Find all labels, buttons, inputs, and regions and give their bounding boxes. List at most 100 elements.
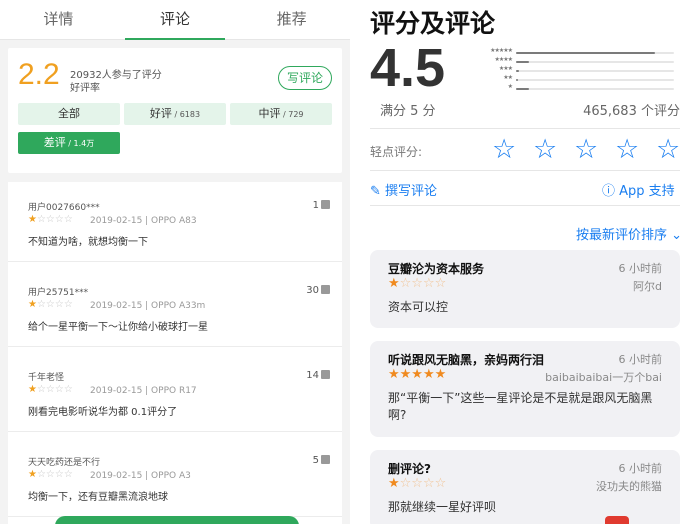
review-title: 删评论? xyxy=(388,462,431,476)
divider xyxy=(370,170,680,171)
review-body: 那“平衡一下”这些一星评论是不是就是跟风无脑黑啊? xyxy=(388,391,653,422)
review-card[interactable]: 删评论? 6 小时前 ★☆☆☆☆ 没功夫的熊猫 那就继续一星好评呗 xyxy=(370,450,680,524)
left-app-panel: 详情 评论 推荐 2.2 20932人参与了评分 好评率 写评论 全部 好评 /… xyxy=(0,0,350,524)
two-star-icon: ★★ xyxy=(503,74,513,81)
list-item: 用户25751*** ★☆☆☆☆ 2019-02-15 | OPPO A33m … xyxy=(8,267,342,347)
like-count: 5 xyxy=(312,455,319,466)
like-count: 14 xyxy=(306,370,319,381)
sort-dropdown[interactable]: 按最新评价排序 ⌄ xyxy=(576,224,682,243)
filter-all-label: 全部 xyxy=(58,107,80,120)
review-time: 6 小时前 xyxy=(618,353,663,366)
thumbs-up-icon xyxy=(321,285,330,294)
filter-negative-label: 差评 xyxy=(43,136,66,149)
review-username: 用户0027660*** xyxy=(28,203,100,213)
like-button[interactable]: 30 xyxy=(306,285,330,296)
rate-star-2-icon[interactable]: ☆ xyxy=(533,135,557,165)
five-star-icon: ★★★★★ xyxy=(490,47,513,54)
distribution-bar xyxy=(516,52,656,54)
star-rating: ★☆☆☆☆ xyxy=(28,384,73,395)
good-rate-label: 好评率 xyxy=(70,83,100,94)
review-username: 用户25751*** xyxy=(28,288,89,298)
review-text: 刚看完电影听说华为都 0.1评分了 xyxy=(28,407,178,418)
like-button[interactable]: 5 xyxy=(313,455,330,466)
out-of-label: 满分 5 分 xyxy=(380,104,436,119)
review-meta: 2019-02-15 | OPPO A83 xyxy=(90,216,197,226)
four-star-icon: ★★★★ xyxy=(494,56,512,63)
review-text: 给个一星平衡一下～让你给小破球打一星 xyxy=(28,322,208,333)
tab-recommend[interactable]: 推荐 xyxy=(233,0,350,39)
bottom-action-button[interactable] xyxy=(55,516,299,524)
distribution-bar xyxy=(516,61,529,63)
app-support-label: App 支持 xyxy=(619,184,675,199)
review-meta: 2019-02-15 | OPPO A3 xyxy=(90,471,191,481)
star-rating: ★☆☆☆☆ xyxy=(28,299,73,310)
distribution-bar xyxy=(516,70,520,72)
thumbs-up-icon xyxy=(321,200,330,209)
review-username: 天天吃药还是不行 xyxy=(28,458,101,468)
review-time: 6 小时前 xyxy=(618,262,663,275)
rate-star-3-icon[interactable]: ☆ xyxy=(574,135,598,165)
star-rating: ★★★★★ xyxy=(388,367,447,382)
write-review-button[interactable]: ✎ 撰写评论 xyxy=(370,180,437,199)
divider xyxy=(370,128,680,129)
average-score: 2.2 xyxy=(18,58,60,91)
total-ratings: 465,683 个评分 xyxy=(583,104,680,119)
rate-star-4-icon[interactable]: ☆ xyxy=(615,135,639,165)
thumbs-up-icon xyxy=(321,455,330,464)
thumbs-up-icon xyxy=(321,370,330,379)
filter-negative[interactable]: 差评 / 1.4万 xyxy=(18,132,120,154)
filter-all[interactable]: 全部 xyxy=(18,103,120,125)
write-review-label: 撰写评论 xyxy=(385,184,438,199)
list-item: 用户0027660*** ★☆☆☆☆ 2019-02-15 | OPPO A83… xyxy=(8,182,342,262)
review-username: 千年老怪 xyxy=(28,373,65,383)
like-count: 1 xyxy=(312,200,319,211)
tab-comments[interactable]: 评论 xyxy=(117,0,234,40)
review-card[interactable]: 豆瓣沦为资本服务 6 小时前 ★☆☆☆☆ 阿尔d 资本可以控 xyxy=(370,250,680,328)
review-time: 6 小时前 xyxy=(618,462,663,475)
tab-details[interactable]: 详情 xyxy=(0,0,117,39)
star-rating: ★☆☆☆☆ xyxy=(388,476,447,491)
star-rating: ★☆☆☆☆ xyxy=(28,469,73,480)
compose-icon: ✎ xyxy=(370,184,381,199)
app-support-button[interactable]: ⓘ App 支持 xyxy=(602,180,675,199)
like-count: 30 xyxy=(306,285,319,296)
review-meta: 2019-02-15 | OPPO A33m xyxy=(90,301,206,311)
divider xyxy=(370,205,680,206)
star-rating: ★☆☆☆☆ xyxy=(28,214,73,225)
distribution-row-1: ★ xyxy=(478,83,678,94)
review-title: 听说跟风无脑黑，亲妈两行泪 xyxy=(388,353,545,367)
rate-star-5-icon[interactable]: ☆ xyxy=(656,135,680,165)
filter-positive-count: / 6183 xyxy=(171,110,201,119)
one-star-icon: ★ xyxy=(507,83,513,90)
rate-star-1-icon[interactable]: ☆ xyxy=(492,135,516,165)
filter-neutral[interactable]: 中评 / 729 xyxy=(230,103,332,125)
filter-positive[interactable]: 好评 / 6183 xyxy=(124,103,226,125)
star-rating: ★☆☆☆☆ xyxy=(388,276,447,291)
distribution-bar xyxy=(516,88,529,90)
distribution-bar xyxy=(516,79,518,81)
write-review-button[interactable]: 写评论 xyxy=(278,66,332,90)
review-meta: 2019-02-15 | OPPO R17 xyxy=(90,386,197,396)
tab-bar: 详情 评论 推荐 xyxy=(0,0,350,40)
like-button[interactable]: 14 xyxy=(306,370,330,381)
review-title: 豆瓣沦为资本服务 xyxy=(388,262,485,276)
filter-negative-count: / 1.4万 xyxy=(65,139,95,148)
review-card[interactable]: 听说跟风无脑黑，亲妈两行泪 6 小时前 ★★★★★ baibaibaibai一万… xyxy=(370,341,680,437)
review-text: 均衡一下，还有豆瓣黑流浪地球 xyxy=(28,492,168,503)
filter-positive-label: 好评 xyxy=(149,107,172,120)
average-score: 4.5 xyxy=(370,38,446,98)
right-app-panel: 评分及评论 4.5 满分 5 分 ★★★★★ ★★★★ ★★★ ★★ ★ 465… xyxy=(350,0,700,524)
filter-neutral-label: 中评 xyxy=(258,107,281,120)
question-icon: ⓘ xyxy=(602,184,616,199)
review-author: 阿尔d xyxy=(633,280,662,293)
page-title: 评分及评论 xyxy=(370,9,496,38)
review-list: 用户0027660*** ★☆☆☆☆ 2019-02-15 | OPPO A83… xyxy=(8,182,342,524)
tap-to-rate-label: 轻点评分: xyxy=(370,145,423,159)
review-text: 不知道为啥，就想均衡一下 xyxy=(28,237,148,248)
review-body: 那就继续一星好评呗 xyxy=(388,500,497,514)
like-button[interactable]: 1 xyxy=(313,200,330,211)
three-star-icon: ★★★ xyxy=(498,65,513,72)
notification-badge xyxy=(605,516,629,524)
review-author: baibaibaibai一万个bai xyxy=(545,371,662,384)
rating-summary: 2.2 20932人参与了评分 好评率 写评论 全部 好评 / 6183 中评 … xyxy=(8,48,342,173)
